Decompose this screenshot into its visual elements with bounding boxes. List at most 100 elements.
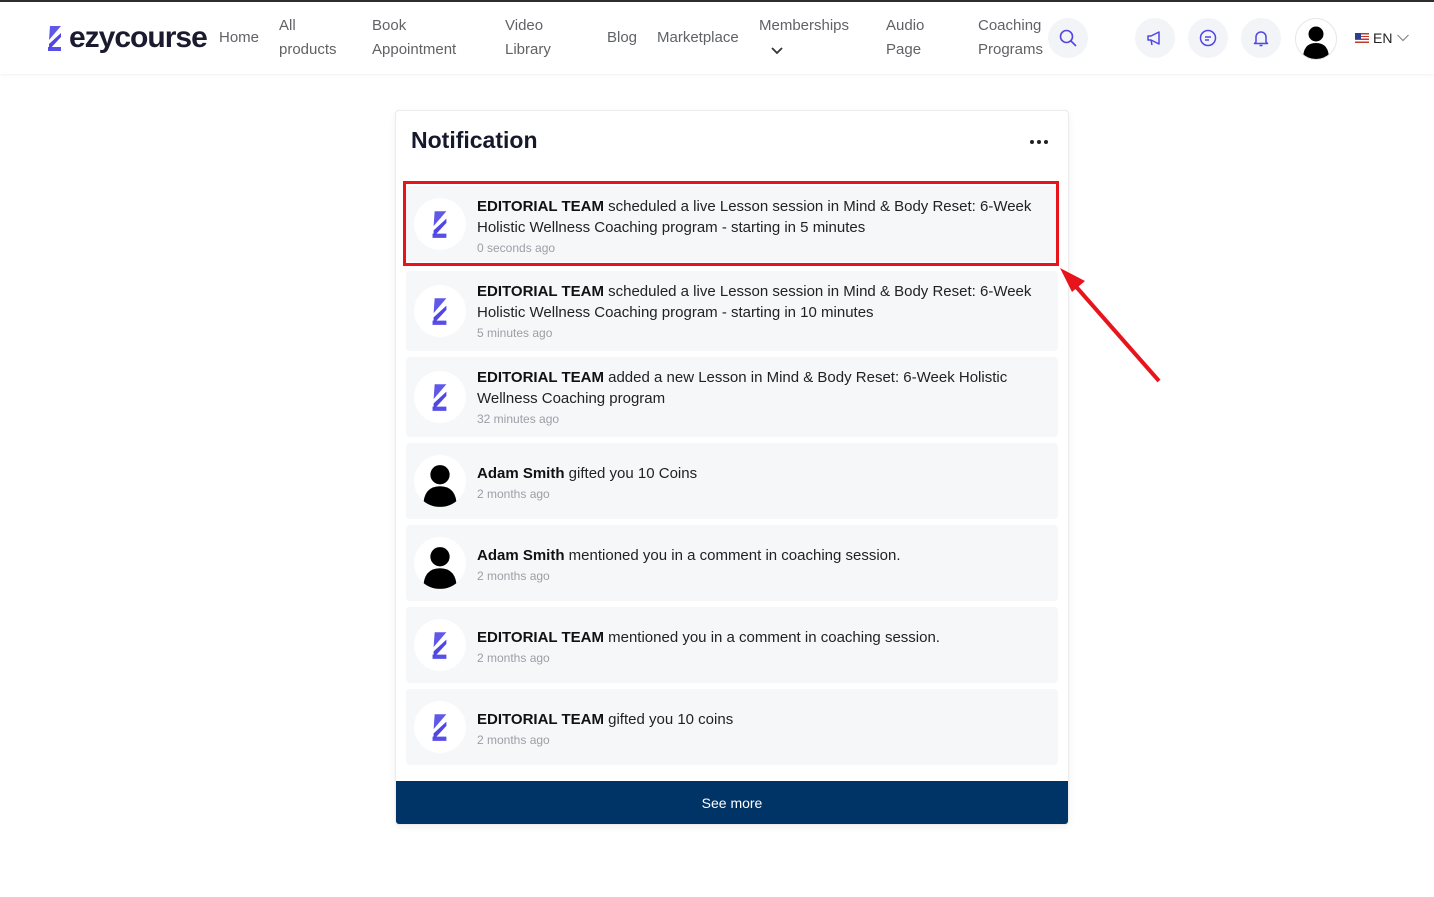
chevron-down-icon xyxy=(1397,34,1410,42)
nav-audio-page-label-line2: Page xyxy=(886,41,922,58)
notification-body: Adam Smith mentioned you in a comment in… xyxy=(477,545,1038,584)
notification-item[interactable]: EDITORIAL TEAM scheduled a live Lesson s… xyxy=(406,186,1058,262)
chat-bubble-icon xyxy=(1199,29,1217,47)
search-button[interactable] xyxy=(1048,18,1088,58)
nav-blog[interactable]: Blog xyxy=(607,26,637,50)
see-more-button[interactable]: See more xyxy=(396,781,1068,824)
notification-body: EDITORIAL TEAM mentioned you in a commen… xyxy=(477,627,1038,666)
user-avatar-button[interactable] xyxy=(1295,18,1337,60)
nav-book-appointment[interactable]: Book Appointment xyxy=(372,14,456,62)
notification-body: Adam Smith gifted you 10 Coins 2 months … xyxy=(477,463,1038,502)
notification-actor[interactable]: EDITORIAL TEAM xyxy=(477,711,604,728)
notification-actor[interactable]: EDITORIAL TEAM xyxy=(477,283,604,300)
notification-item[interactable]: EDITORIAL TEAM mentioned you in a commen… xyxy=(406,607,1058,683)
notification-message: EDITORIAL TEAM mentioned you in a commen… xyxy=(477,627,1038,648)
nav-video-library-label-line1: Video xyxy=(505,17,544,34)
us-flag-icon xyxy=(1355,33,1369,43)
notification-item[interactable]: Adam Smith mentioned you in a comment in… xyxy=(406,525,1058,601)
notification-avatar xyxy=(414,198,466,250)
brand-name: ezycourse xyxy=(69,21,208,54)
ezycourse-logo-icon xyxy=(432,384,447,411)
brand-logo[interactable]: ezycourse xyxy=(44,21,208,54)
nav-home[interactable]: Home xyxy=(219,26,259,50)
chevron-down-icon xyxy=(771,47,783,55)
nav-all-products-label-line1: All xyxy=(279,17,296,34)
notification-time: 2 months ago xyxy=(477,569,550,583)
notification-message: EDITORIAL TEAM gifted you 10 coins xyxy=(477,709,1038,730)
notification-time: 32 minutes ago xyxy=(477,412,560,426)
nav-marketplace[interactable]: Marketplace xyxy=(657,26,739,50)
notification-time: 2 months ago xyxy=(477,733,550,747)
notification-item[interactable]: EDITORIAL TEAM scheduled a live Lesson s… xyxy=(406,271,1058,351)
nav-video-library-label-line2: Library xyxy=(505,41,551,58)
ezycourse-logo-icon xyxy=(432,211,447,238)
nav-audio-page[interactable]: Audio Page xyxy=(886,14,924,62)
nav-marketplace-label: Marketplace xyxy=(657,29,739,46)
messages-button[interactable] xyxy=(1188,18,1228,58)
notification-actor[interactable]: Adam Smith xyxy=(477,547,565,564)
notification-body: EDITORIAL TEAM scheduled a live Lesson s… xyxy=(477,281,1038,341)
nav-all-products-label-line2: products xyxy=(279,41,337,58)
ezycourse-logo-icon xyxy=(48,26,61,51)
search-icon xyxy=(1059,29,1077,47)
notification-item[interactable]: EDITORIAL TEAM gifted you 10 coins 2 mon… xyxy=(406,689,1058,765)
notification-item[interactable]: EDITORIAL TEAM added a new Lesson in Min… xyxy=(406,357,1058,437)
megaphone-icon xyxy=(1147,31,1160,46)
notification-actor[interactable]: EDITORIAL TEAM xyxy=(477,629,604,646)
notification-time: 0 seconds ago xyxy=(477,241,556,255)
language-label: EN xyxy=(1373,30,1393,46)
ezycourse-logo-icon xyxy=(432,714,447,741)
notification-text: mentioned you in a comment in coaching s… xyxy=(564,547,901,564)
notification-message: EDITORIAL TEAM added a new Lesson in Min… xyxy=(477,367,1038,409)
notification-item[interactable]: Adam Smith gifted you 10 Coins 2 months … xyxy=(406,443,1058,519)
announcement-button[interactable] xyxy=(1135,18,1175,58)
top-navbar: ezycourse Home All products Book Appoint… xyxy=(0,2,1434,74)
notification-actor[interactable]: EDITORIAL TEAM xyxy=(477,369,604,386)
notification-body: EDITORIAL TEAM gifted you 10 coins 2 mon… xyxy=(477,709,1038,748)
nav-coaching-programs-label-line1: Coaching xyxy=(978,17,1042,34)
language-selector[interactable]: EN xyxy=(1355,30,1410,46)
nav-home-label: Home xyxy=(219,29,260,46)
notification-time: 2 months ago xyxy=(477,651,550,665)
bell-icon xyxy=(1253,31,1269,47)
notification-body: EDITORIAL TEAM added a new Lesson in Min… xyxy=(477,367,1038,427)
notification-text: gifted you 10 Coins xyxy=(564,465,698,482)
page-title: Notification xyxy=(411,127,538,153)
notification-message: Adam Smith gifted you 10 Coins xyxy=(477,463,1038,484)
person-icon xyxy=(423,465,457,507)
dot-icon xyxy=(1044,140,1048,144)
nav-all-products[interactable]: All products xyxy=(279,14,337,62)
notification-panel: Notification EDITORIAL TEAM scheduled a … xyxy=(395,110,1069,825)
notification-avatar xyxy=(414,619,466,671)
nav-book-appointment-label-line2: Appointment xyxy=(372,41,457,58)
person-icon xyxy=(423,547,457,589)
more-options-button[interactable] xyxy=(1026,131,1052,153)
nav-book-appointment-label-line1: Book xyxy=(372,17,407,34)
notification-actor[interactable]: Adam Smith xyxy=(477,465,565,482)
notification-avatar xyxy=(414,537,466,589)
notification-avatar xyxy=(414,285,466,337)
notification-message: Adam Smith mentioned you in a comment in… xyxy=(477,545,1038,566)
notification-time: 5 minutes ago xyxy=(477,326,553,340)
notification-avatar xyxy=(414,455,466,507)
notification-text: gifted you 10 coins xyxy=(603,711,734,728)
dot-icon xyxy=(1037,140,1041,144)
notification-avatar xyxy=(414,701,466,753)
notification-body: EDITORIAL TEAM scheduled a live Lesson s… xyxy=(477,196,1038,256)
nav-audio-page-label-line1: Audio xyxy=(886,17,925,34)
nav-video-library[interactable]: Video Library xyxy=(505,14,551,62)
notification-actor[interactable]: EDITORIAL TEAM xyxy=(477,198,604,215)
nav-memberships-label: Memberships xyxy=(759,17,850,34)
dot-icon xyxy=(1030,140,1034,144)
notification-time: 2 months ago xyxy=(477,487,550,501)
ezycourse-logo-icon xyxy=(432,632,447,659)
nav-coaching-programs[interactable]: Coaching Programs xyxy=(978,14,1043,62)
notification-message: EDITORIAL TEAM scheduled a live Lesson s… xyxy=(477,196,1038,238)
person-icon xyxy=(1303,26,1329,59)
notification-text: mentioned you in a comment in coaching s… xyxy=(603,629,940,646)
notifications-button[interactable] xyxy=(1241,18,1281,58)
nav-memberships[interactable]: Memberships xyxy=(759,14,849,56)
ezycourse-logo-icon xyxy=(432,298,447,325)
nav-blog-label: Blog xyxy=(607,29,638,46)
nav-coaching-programs-label-line2: Programs xyxy=(978,41,1044,58)
